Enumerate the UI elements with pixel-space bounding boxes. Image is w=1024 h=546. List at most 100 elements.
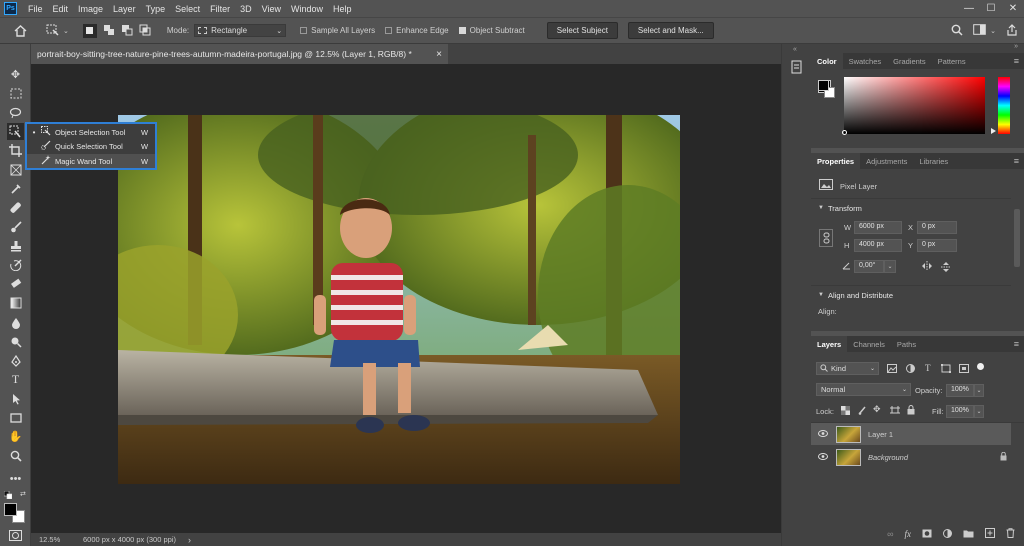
visibility-eye-icon[interactable] bbox=[818, 429, 828, 439]
opacity-field[interactable]: 100% bbox=[946, 384, 974, 397]
angle-dropdown[interactable]: ⌄ bbox=[884, 260, 896, 273]
history-panel-icon[interactable] bbox=[790, 60, 803, 76]
tab-adjustments[interactable]: Adjustments bbox=[860, 153, 913, 169]
filter-toggle-icon[interactable] bbox=[977, 363, 984, 370]
layer-style-icon[interactable]: fx bbox=[905, 529, 912, 539]
layer-name[interactable]: Layer 1 bbox=[868, 430, 893, 439]
visibility-eye-icon[interactable] bbox=[818, 452, 828, 462]
add-to-selection-icon[interactable] bbox=[103, 24, 115, 38]
subtract-from-selection-icon[interactable] bbox=[121, 24, 133, 38]
document-tab[interactable]: portrait-boy-sitting-tree-nature-pine-tr… bbox=[31, 44, 448, 64]
panel-menu-icon[interactable]: ≡ bbox=[1014, 156, 1019, 166]
status-menu-arrow-icon[interactable]: › bbox=[188, 535, 191, 545]
flip-horizontal-icon[interactable] bbox=[921, 261, 933, 273]
new-selection-icon[interactable] bbox=[82, 23, 97, 38]
chevron-down-icon[interactable]: ▼ bbox=[818, 205, 824, 211]
share-icon[interactable] bbox=[1006, 23, 1018, 38]
marquee-tool-icon[interactable] bbox=[7, 85, 24, 102]
lock-pixels-icon[interactable] bbox=[858, 405, 867, 417]
lock-artboard-icon[interactable] bbox=[890, 406, 900, 417]
opacity-dropdown[interactable]: ⌄ bbox=[974, 384, 984, 397]
select-and-mask-button[interactable]: Select and Mask... bbox=[627, 22, 714, 39]
filter-pixel-icon[interactable] bbox=[887, 364, 897, 375]
tab-paths[interactable]: Paths bbox=[891, 336, 922, 352]
search-icon[interactable] bbox=[951, 24, 963, 38]
object-subtract-checkbox[interactable]: Object Subtract bbox=[458, 26, 525, 35]
fill-dropdown[interactable]: ⌄ bbox=[974, 405, 984, 418]
brush-tool-icon[interactable] bbox=[7, 218, 24, 235]
frame-tool-icon[interactable] bbox=[7, 161, 24, 178]
menu-help[interactable]: Help bbox=[328, 4, 357, 14]
sample-all-layers-checkbox[interactable]: Sample All Layers bbox=[300, 26, 375, 35]
y-field[interactable]: 0 px bbox=[917, 239, 957, 252]
eraser-tool-icon[interactable] bbox=[7, 275, 24, 292]
close-window-button[interactable]: ✕ bbox=[1002, 3, 1024, 14]
swap-colors-icon[interactable]: ⇄ bbox=[20, 490, 26, 498]
tool-preset-picker-icon[interactable]: ⌄ bbox=[46, 24, 69, 37]
color-picker-marker[interactable] bbox=[842, 130, 847, 135]
tab-swatches[interactable]: Swatches bbox=[843, 53, 888, 69]
layer-row-layer-1[interactable]: Layer 1 bbox=[811, 423, 1011, 445]
lasso-tool-icon[interactable] bbox=[7, 104, 24, 121]
fill-field[interactable]: 100% bbox=[946, 405, 974, 418]
filter-adjustment-icon[interactable] bbox=[906, 364, 915, 375]
history-brush-tool-icon[interactable] bbox=[7, 256, 24, 273]
menu-filter[interactable]: Filter bbox=[205, 4, 235, 14]
menu-view[interactable]: View bbox=[257, 4, 286, 14]
minimize-button[interactable]: — bbox=[958, 3, 980, 14]
quick-mask-icon[interactable] bbox=[9, 530, 22, 543]
menu-type[interactable]: Type bbox=[141, 4, 171, 14]
layer-name[interactable]: Background bbox=[868, 453, 908, 462]
pen-tool-icon[interactable] bbox=[7, 352, 24, 369]
menu-window[interactable]: Window bbox=[286, 4, 328, 14]
gradient-tool-icon[interactable] bbox=[7, 294, 24, 311]
blur-tool-icon[interactable] bbox=[7, 314, 24, 331]
angle-field[interactable]: 0,00° bbox=[854, 260, 884, 273]
collapse-panels-icon[interactable]: « bbox=[793, 46, 797, 53]
collapse-right-icon[interactable]: » bbox=[1014, 43, 1018, 50]
lock-all-icon[interactable] bbox=[907, 405, 915, 417]
adjustment-layer-icon[interactable] bbox=[943, 528, 952, 540]
kind-filter-dropdown[interactable]: Kind ⌄ bbox=[816, 362, 879, 375]
workspace-icon[interactable] bbox=[973, 24, 986, 37]
healing-brush-tool-icon[interactable] bbox=[7, 199, 24, 216]
tab-gradients[interactable]: Gradients bbox=[887, 53, 932, 69]
hand-tool-icon[interactable]: ✋ bbox=[7, 428, 24, 445]
menu-3d[interactable]: 3D bbox=[235, 4, 257, 14]
tab-patterns[interactable]: Patterns bbox=[932, 53, 972, 69]
maximize-button[interactable]: ☐ bbox=[980, 3, 1002, 14]
hue-slider-arrow[interactable] bbox=[991, 128, 996, 134]
properties-scrollbar[interactable] bbox=[1014, 209, 1020, 267]
filter-smart-object-icon[interactable] bbox=[959, 364, 969, 375]
new-layer-icon[interactable] bbox=[985, 528, 995, 540]
menu-file[interactable]: File bbox=[23, 4, 48, 14]
lock-transparent-icon[interactable] bbox=[841, 406, 850, 417]
enhance-edge-checkbox[interactable]: Enhance Edge bbox=[385, 26, 449, 35]
panel-menu-icon[interactable]: ≡ bbox=[1014, 56, 1019, 66]
delete-layer-icon[interactable] bbox=[1006, 528, 1015, 540]
menu-select[interactable]: Select bbox=[170, 4, 205, 14]
home-icon[interactable] bbox=[12, 24, 28, 37]
intersect-selection-icon[interactable] bbox=[139, 24, 151, 38]
flip-vertical-icon[interactable] bbox=[941, 261, 951, 275]
zoom-level[interactable]: 12.5% bbox=[39, 535, 83, 544]
flyout-item-quick-selection[interactable]: Quick Selection Tool W bbox=[27, 139, 155, 153]
foreground-color-swatch[interactable] bbox=[4, 503, 17, 516]
rectangle-tool-icon[interactable] bbox=[7, 409, 24, 426]
lock-position-icon[interactable]: ✥ bbox=[873, 404, 881, 415]
crop-tool-icon[interactable] bbox=[7, 142, 24, 159]
path-selection-tool-icon[interactable] bbox=[7, 390, 24, 407]
color-picker-field[interactable] bbox=[844, 77, 985, 134]
tab-layers[interactable]: Layers bbox=[811, 336, 848, 352]
blend-mode-dropdown[interactable]: Normal ⌄ bbox=[816, 383, 911, 396]
default-colors-icon[interactable] bbox=[3, 490, 13, 501]
tab-libraries[interactable]: Libraries bbox=[913, 153, 954, 169]
flyout-item-magic-wand[interactable]: Magic Wand Tool W bbox=[27, 154, 155, 168]
move-tool-icon[interactable]: ✥ bbox=[7, 66, 24, 83]
eyedropper-tool-icon[interactable] bbox=[7, 180, 24, 197]
menu-layer[interactable]: Layer bbox=[108, 4, 141, 14]
more-tools-icon[interactable]: ••• bbox=[7, 470, 24, 487]
hue-slider[interactable] bbox=[998, 77, 1010, 134]
width-field[interactable]: 6000 px bbox=[854, 221, 902, 234]
menu-image[interactable]: Image bbox=[73, 4, 108, 14]
